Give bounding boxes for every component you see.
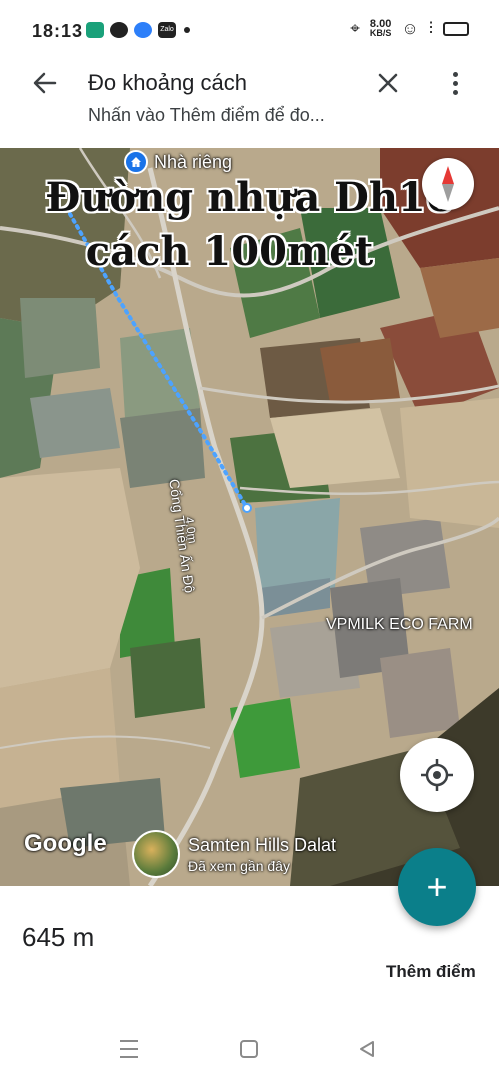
status-bar: 18:13 Zalo ⌖ 8.00 KB/S ☺ ⫶ bbox=[0, 0, 499, 56]
recent-place-card[interactable]: Samten Hills Dalat Đã xem gần đây bbox=[132, 830, 336, 878]
zalo-icon: Zalo bbox=[158, 22, 176, 38]
compass-icon bbox=[442, 166, 454, 202]
my-location-button[interactable] bbox=[400, 738, 474, 812]
page-title: Đo khoảng cách bbox=[88, 70, 247, 95]
home-label-text: Nhà riêng bbox=[154, 151, 233, 172]
add-point-fab[interactable]: + bbox=[398, 848, 476, 926]
add-point-button[interactable]: Thêm điểm bbox=[386, 962, 476, 982]
place-thumbnail bbox=[132, 830, 180, 878]
more-options-icon[interactable] bbox=[440, 68, 470, 98]
overlay-caption-line2: cách 100mét bbox=[85, 228, 374, 275]
hotspot-icon: ☺ bbox=[401, 19, 419, 38]
google-logo: Google bbox=[24, 830, 107, 857]
messenger-icon bbox=[134, 22, 152, 38]
distance-value: 645 m bbox=[22, 922, 95, 952]
compass-button[interactable] bbox=[422, 158, 474, 210]
back-arrow-icon[interactable] bbox=[30, 68, 60, 98]
home-place-label[interactable]: Nhà riêng bbox=[124, 150, 232, 174]
back-nav-icon[interactable] bbox=[358, 1040, 376, 1058]
home-icon bbox=[124, 150, 148, 174]
location-icon: ⌖ bbox=[350, 19, 360, 38]
network-speed: 8.00 KB/S bbox=[369, 18, 392, 38]
close-icon[interactable] bbox=[373, 68, 403, 98]
more-notifications-dot bbox=[184, 27, 190, 33]
status-time: 18:13 bbox=[32, 21, 84, 41]
system-nav-bar bbox=[0, 1020, 499, 1080]
my-location-icon bbox=[421, 759, 453, 791]
page-subtitle: Nhấn vào Thêm điểm để đo... bbox=[88, 105, 325, 125]
plus-icon: + bbox=[426, 866, 448, 907]
system-icons: ⌖ 8.00 KB/S ☺ ⫶ bbox=[350, 19, 469, 39]
battery-icon bbox=[443, 22, 469, 36]
place-name: Samten Hills Dalat bbox=[188, 834, 337, 855]
place-sub: Đã xem gần đây bbox=[188, 857, 290, 874]
home-button-icon[interactable] bbox=[240, 1040, 258, 1058]
farm-label[interactable]: VPMILK ECO FARM bbox=[326, 616, 473, 634]
messenger-icon bbox=[86, 22, 104, 38]
app-bar: Đo khoảng cách Nhấn vào Thêm điểm để đo.… bbox=[0, 56, 499, 148]
signal-icon: ⫶ bbox=[428, 19, 433, 38]
recent-apps-icon[interactable] bbox=[120, 1040, 138, 1058]
chat-icon bbox=[110, 22, 128, 38]
satellite-map[interactable]: Nhà riêng Đường nhựa Dh16 cách 100mét Cổ… bbox=[0, 148, 499, 886]
notification-icons: Zalo bbox=[86, 22, 190, 38]
